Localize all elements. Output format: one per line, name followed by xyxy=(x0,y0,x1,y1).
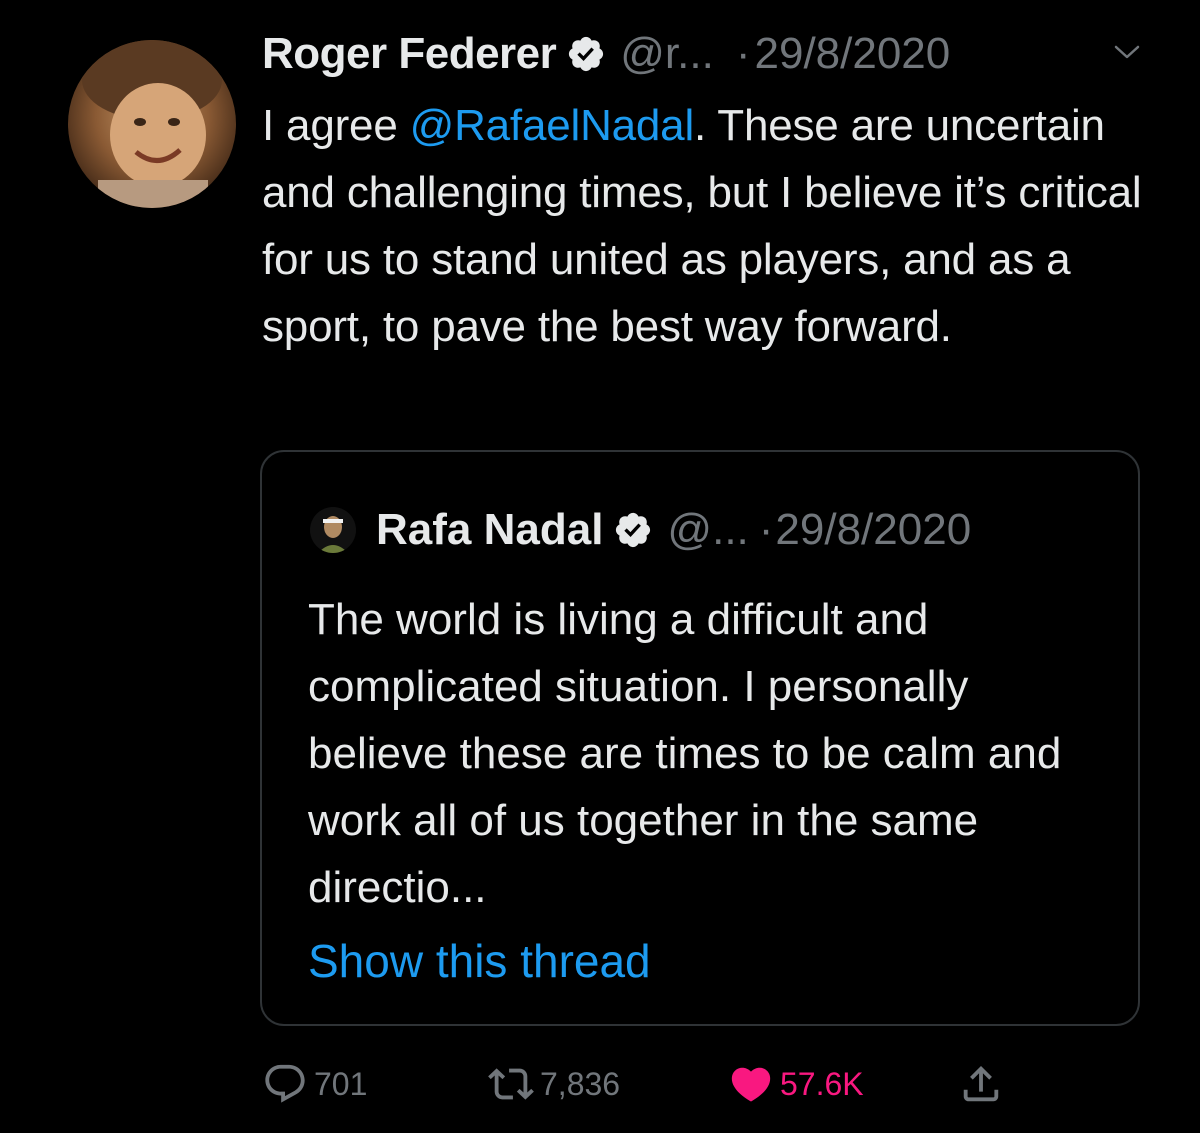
retweet-count: 7,836 xyxy=(540,1065,621,1102)
mention-link[interactable]: @RafaelNadal xyxy=(410,101,695,150)
tweet-text: I agree @RafaelNadal. These are uncertai… xyxy=(262,92,1162,360)
quoted-author-handle: @... xyxy=(667,505,749,554)
share-icon xyxy=(963,1065,999,1102)
tweet-actions: 701 7,836 57.6K xyxy=(262,1056,1042,1112)
quoted-tweet-text: The world is living a difficult and comp… xyxy=(308,595,1062,912)
quoted-tweet-card[interactable]: Rafa Nadal @... · 29/8/2020 The world is… xyxy=(260,450,1140,1026)
quoted-tweet-date: 29/8/2020 xyxy=(775,505,972,554)
like-count: 57.6K xyxy=(780,1065,864,1102)
separator-dot: · xyxy=(735,29,751,78)
author-handle[interactable]: @r... xyxy=(620,29,714,79)
verified-badge-icon xyxy=(569,36,604,72)
separator-dot: · xyxy=(758,505,774,554)
verified-badge-icon xyxy=(616,512,651,548)
reply-button[interactable]: 701 xyxy=(262,1056,367,1112)
retweet-icon xyxy=(488,1068,534,1100)
like-button[interactable]: 57.6K xyxy=(728,1056,864,1112)
share-button[interactable] xyxy=(958,1056,1010,1112)
tweet-date[interactable]: 29/8/2020 xyxy=(755,29,951,79)
heart-icon xyxy=(731,1067,771,1102)
tweet-text-lead: I agree xyxy=(262,101,410,150)
tweet-header: Roger Federer @r... · 29/8/2020 xyxy=(262,24,1162,84)
chevron-down-icon[interactable] xyxy=(1112,40,1142,64)
quoted-author-name: Rafa Nadal xyxy=(376,505,604,554)
retweet-button[interactable]: 7,836 xyxy=(488,1056,620,1112)
quoted-author-avatar xyxy=(310,507,356,553)
reply-count: 701 xyxy=(314,1065,368,1102)
reply-icon xyxy=(265,1064,305,1103)
show-thread-link[interactable]: Show this thread xyxy=(308,934,651,988)
quoted-tweet-header: Rafa Nadal @... · 29/8/2020 xyxy=(310,502,971,558)
author-avatar[interactable] xyxy=(68,40,236,208)
author-name[interactable]: Roger Federer xyxy=(262,29,557,79)
